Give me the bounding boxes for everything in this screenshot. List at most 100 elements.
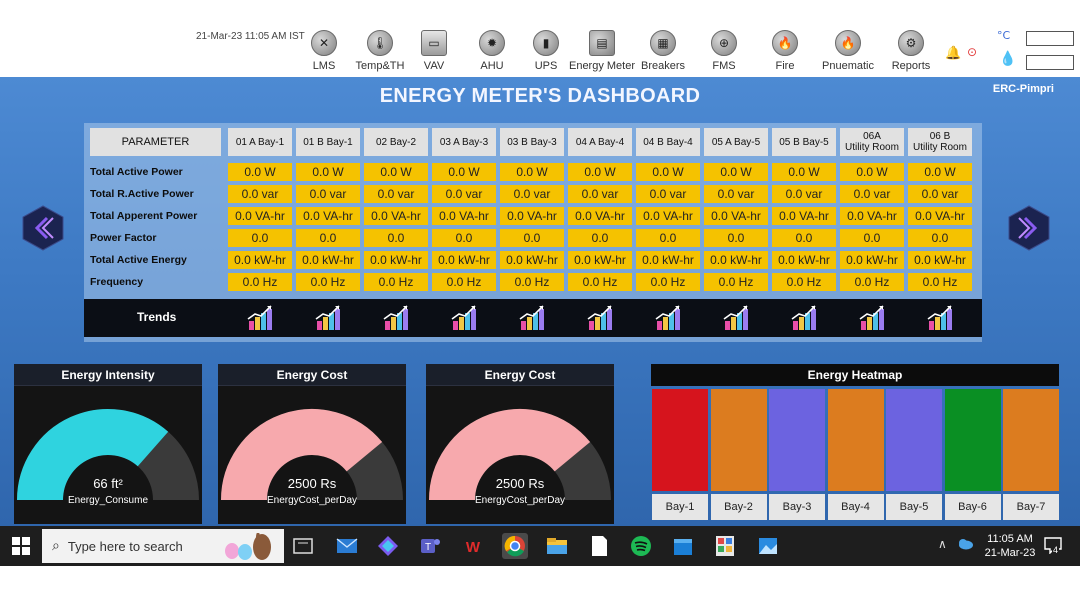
energy-cost-value-2: 2500 Rs [495,476,545,491]
taskbar-app-calculator[interactable] [712,533,738,559]
energy-meter-icon: ▤ [589,30,615,56]
next-page-arrow-icon[interactable] [1008,205,1050,251]
heatmap-cell [827,389,884,491]
trend-chart-icon[interactable] [449,303,479,333]
windows-taskbar: ⌕ Type here to search T W ∧ 11:05 AM 21-M… [0,526,1080,566]
taskbar-app-mail[interactable] [334,533,360,559]
chevron-up-icon[interactable]: ∧ [938,537,947,551]
taskbar-app-photos[interactable] [755,533,781,559]
taskbar-app-wps[interactable]: W [460,533,486,559]
energy-cost-value-1: 2500 Rs [287,476,337,491]
value-cell: 0.0 Hz [704,273,768,291]
trend-chart-icon[interactable] [245,303,275,333]
heatmap-cell [652,389,708,491]
lms-icon: ✕ [311,30,337,56]
value-cell: 0.0 var [500,185,564,203]
document-icon [592,536,607,556]
taskbar-app-chrome[interactable] [502,533,528,559]
trend-chart-icon[interactable] [721,303,751,333]
value-cell: 0.0 VA-hr [908,207,972,225]
energy-cost-panel-2: Energy Cost 2500 Rs EnergyCost_perDay [426,364,614,524]
nav-pneumatic[interactable]: 🔥 Pnuematic [812,30,884,72]
energy-intensity-panel: Energy Intensity 66 ft² Energy_Consume [14,364,202,524]
heatmap-cell [944,389,1001,491]
trend-chart-icon[interactable] [585,303,615,333]
energy-cost-title-2: Energy Cost [426,364,614,386]
heatmap-bay-label[interactable]: Bay-2 [710,494,767,520]
taskbar-app-file-explorer[interactable] [544,533,570,559]
heatmap-cell [1003,389,1059,491]
column-header-line: 05 B Bay-5 [779,136,829,148]
nav-pneumatic-label: Pnuematic [822,60,874,72]
taskbar-clock[interactable]: 11:05 AM 21-Mar-23 [980,532,1040,560]
value-cell: 0.0 W [432,163,496,181]
value-cell: 0.0 W [840,163,904,181]
heatmap-bay-label[interactable]: Bay-7 [1003,494,1059,520]
value-cell: 0.0 W [568,163,632,181]
chrome-icon [504,535,525,557]
trend-chart-icon[interactable] [313,303,343,333]
value-cell: 0.0 var [228,185,292,203]
heatmap-bay-label[interactable]: Bay-4 [827,494,884,520]
ahu-icon: ✹ [479,30,505,56]
temperature-icon: °C [997,29,1011,42]
taskbar-app-copilot[interactable] [375,533,401,559]
column-header: 03 A Bay-3 [432,128,496,156]
value-cell: 0.0 [636,229,700,247]
taskbar-app-task-view[interactable] [290,533,316,559]
trend-chart-icon[interactable] [925,303,955,333]
value-cell: 0.0 var [636,185,700,203]
value-cell: 0.0 [432,229,496,247]
value-cell: 0.0 VA-hr [840,207,904,225]
value-cell: 0.0 var [568,185,632,203]
trend-chart-icon[interactable] [517,303,547,333]
value-cell: 0.0 VA-hr [432,207,496,225]
onedrive-cloud-icon[interactable] [957,538,973,550]
heatmap-bay-label[interactable]: Bay-6 [944,494,1001,520]
column-header: 06 B Utility Room [908,128,972,156]
taskbar-app-teams[interactable]: T [417,533,443,559]
column-header: 05 A Bay-5 [704,128,768,156]
value-cell: 0.0 W [636,163,700,181]
value-cell: 0.0 W [364,163,428,181]
task-view-icon [293,538,313,554]
value-cell: 0.0 kW-hr [296,251,360,269]
row-label: Total Active Power [90,166,183,178]
trend-chart-icon[interactable] [653,303,683,333]
taskbar-app-spotify[interactable] [628,533,654,559]
taskbar-search-box[interactable]: ⌕ Type here to search [42,529,284,563]
nav-fire[interactable]: 🔥 Fire [749,30,821,72]
column-header: 02 Bay-2 [364,128,428,156]
ups-icon: ▮ [533,30,559,56]
taskbar-app-document[interactable] [586,533,612,559]
trend-chart-icon[interactable] [381,303,411,333]
value-cell: 0.0 W [500,163,564,181]
heatmap-bay-label[interactable]: Bay-3 [769,494,825,520]
nav-reports[interactable]: ⚙ Reports [875,30,947,72]
heatmap-bay-label[interactable]: Bay-5 [886,494,942,520]
heatmap-bay-label[interactable]: Bay-1 [652,494,708,520]
value-cell: 0.0 W [228,163,292,181]
taskbar-app-store[interactable] [670,533,696,559]
column-header: 04 A Bay-4 [568,128,632,156]
alarm-icon[interactable]: ⊙ [967,45,977,59]
value-cell: 0.0 kW-hr [500,251,564,269]
value-cell: 0.0 kW-hr [228,251,292,269]
trend-chart-icon[interactable] [789,303,819,333]
value-cell: 0.0 Hz [228,273,292,291]
energy-cost-title-1: Energy Cost [218,364,406,386]
value-cell: 0.0 var [296,185,360,203]
trend-chart-icon[interactable] [857,303,887,333]
windows-start-icon[interactable] [12,537,30,555]
column-header-line: 06A [863,131,881,142]
previous-page-arrow-icon[interactable] [22,205,64,251]
energy-intensity-value: 66 ft² [93,476,123,491]
calculator-icon [716,536,734,556]
energy-intensity-title: Energy Intensity [14,364,202,386]
value-cell: 0.0 kW-hr [432,251,496,269]
bell-icon[interactable]: 🔔 [945,46,961,61]
value-cell: 0.0 W [296,163,360,181]
column-header-line: 04 B Bay-4 [643,136,693,148]
column-header-line: 01 A Bay-1 [235,136,285,148]
value-cell: 0.0 VA-hr [704,207,768,225]
